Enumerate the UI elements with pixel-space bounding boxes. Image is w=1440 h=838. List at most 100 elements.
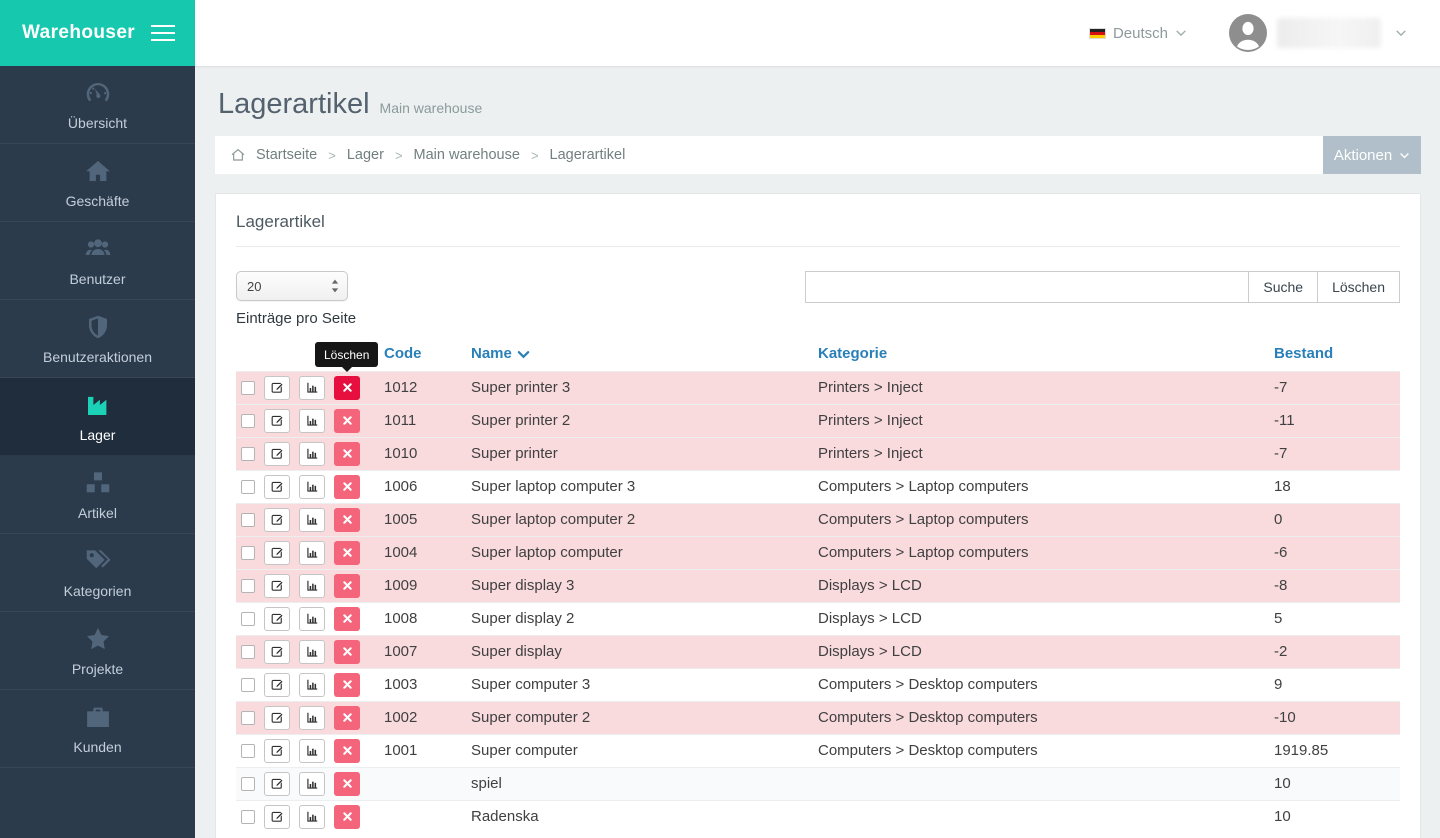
delete-button[interactable] <box>334 607 360 631</box>
sidebar: Warehouser Übersicht Geschäfte Benutzer … <box>0 0 195 838</box>
edit-button[interactable] <box>264 541 290 565</box>
sidebar-item-benutzeraktionen[interactable]: Benutzeraktionen <box>0 300 195 378</box>
chart-button[interactable] <box>299 739 325 763</box>
column-header-name[interactable]: Name <box>471 341 818 371</box>
row-checkbox[interactable] <box>241 579 255 593</box>
user-name-redacted <box>1277 18 1381 48</box>
delete-button[interactable] <box>334 475 360 499</box>
edit-button[interactable] <box>264 640 290 664</box>
delete-button[interactable] <box>334 541 360 565</box>
cell-stock: 1919.85 <box>1274 734 1400 767</box>
clear-search-button[interactable]: Löschen <box>1318 271 1400 303</box>
row-checkbox[interactable] <box>241 744 255 758</box>
edit-button[interactable] <box>264 409 290 433</box>
chart-button[interactable] <box>299 475 325 499</box>
edit-button[interactable] <box>264 442 290 466</box>
delete-button[interactable] <box>334 409 360 433</box>
row-checkbox[interactable] <box>241 381 255 395</box>
row-checkbox[interactable] <box>241 777 255 791</box>
cell-code: 1004 <box>384 536 471 569</box>
sidebar-nav: Übersicht Geschäfte Benutzer Benutzerakt… <box>0 66 195 768</box>
chart-button[interactable] <box>299 640 325 664</box>
row-checkbox[interactable] <box>241 513 255 527</box>
cell-stock: -6 <box>1274 536 1400 569</box>
language-selector[interactable]: Deutsch <box>1089 25 1187 42</box>
delete-button[interactable] <box>334 772 360 796</box>
delete-button[interactable] <box>334 673 360 697</box>
hamburger-icon[interactable] <box>151 25 175 41</box>
breadcrumb-link-lager[interactable]: Lager <box>347 147 384 163</box>
row-checkbox[interactable] <box>241 810 255 824</box>
edit-button[interactable] <box>264 475 290 499</box>
chart-button[interactable] <box>299 706 325 730</box>
sidebar-item-projekte[interactable]: Projekte <box>0 612 195 690</box>
delete-button[interactable] <box>334 574 360 598</box>
actions-dropdown-button[interactable]: Aktionen <box>1323 136 1421 174</box>
chart-button[interactable] <box>299 574 325 598</box>
row-checkbox[interactable] <box>241 447 255 461</box>
chart-button[interactable] <box>299 409 325 433</box>
chart-button[interactable] <box>299 442 325 466</box>
search-input[interactable] <box>805 271 1249 303</box>
chart-button[interactable] <box>299 607 325 631</box>
row-checkbox[interactable] <box>241 546 255 560</box>
edit-button[interactable] <box>264 805 290 829</box>
briefcase-icon <box>83 702 113 732</box>
per-page-select[interactable]: 20 <box>236 271 348 301</box>
search-button[interactable]: Suche <box>1249 271 1318 303</box>
table-row: 1003 Super computer 3 Computers > Deskto… <box>236 668 1400 701</box>
row-checkbox[interactable] <box>241 480 255 494</box>
delete-button[interactable] <box>334 508 360 532</box>
breadcrumb: Startseite > Lager > Main warehouse > La… <box>215 136 1421 174</box>
cell-name: Super display 2 <box>471 602 818 635</box>
edit-button[interactable] <box>264 574 290 598</box>
table-controls: 20 Einträge pro Seite Suche Löschen <box>236 271 1400 327</box>
cell-stock: -11 <box>1274 404 1400 437</box>
column-header-code[interactable]: Code <box>384 341 471 371</box>
row-checkbox[interactable] <box>241 645 255 659</box>
sidebar-item-übersicht[interactable]: Übersicht <box>0 66 195 144</box>
delete-button[interactable] <box>334 706 360 730</box>
cell-code: 1007 <box>384 635 471 668</box>
chart-button[interactable] <box>299 772 325 796</box>
sidebar-item-kunden[interactable]: Kunden <box>0 690 195 768</box>
cell-category: Computers > Desktop computers <box>818 668 1274 701</box>
edit-button[interactable] <box>264 772 290 796</box>
delete-button[interactable] <box>334 376 360 400</box>
edit-button[interactable] <box>264 508 290 532</box>
sidebar-item-artikel[interactable]: Artikel <box>0 456 195 534</box>
edit-button[interactable] <box>264 739 290 763</box>
breadcrumb-link-main-warehouse[interactable]: Main warehouse <box>414 147 520 163</box>
edit-button[interactable] <box>264 673 290 697</box>
delete-button[interactable] <box>334 640 360 664</box>
delete-button[interactable] <box>334 805 360 829</box>
cell-name: Super computer 2 <box>471 701 818 734</box>
sidebar-item-benutzer[interactable]: Benutzer <box>0 222 195 300</box>
cell-code: 1012 <box>384 371 471 404</box>
edit-button[interactable] <box>264 607 290 631</box>
chart-button[interactable] <box>299 376 325 400</box>
breadcrumb-separator: > <box>395 148 403 163</box>
edit-button[interactable] <box>264 376 290 400</box>
sidebar-item-geschäfte[interactable]: Geschäfte <box>0 144 195 222</box>
table-row: 1002 Super computer 2 Computers > Deskto… <box>236 701 1400 734</box>
chart-button[interactable] <box>299 541 325 565</box>
chart-button[interactable] <box>299 805 325 829</box>
row-checkbox[interactable] <box>241 711 255 725</box>
brand-header[interactable]: Warehouser <box>0 0 195 66</box>
delete-button[interactable] <box>334 739 360 763</box>
home-icon <box>83 156 113 186</box>
sidebar-item-lager[interactable]: Lager <box>0 378 195 456</box>
row-checkbox[interactable] <box>241 414 255 428</box>
row-checkbox[interactable] <box>241 678 255 692</box>
chart-button[interactable] <box>299 508 325 532</box>
user-menu[interactable] <box>1229 14 1407 52</box>
row-checkbox[interactable] <box>241 612 255 626</box>
sidebar-item-kategorien[interactable]: Kategorien <box>0 534 195 612</box>
column-header-bestand[interactable]: Bestand <box>1274 341 1400 371</box>
column-header-kategorie[interactable]: Kategorie <box>818 341 1274 371</box>
breadcrumb-link-startseite[interactable]: Startseite <box>256 147 317 163</box>
chart-button[interactable] <box>299 673 325 697</box>
edit-button[interactable] <box>264 706 290 730</box>
delete-button[interactable] <box>334 442 360 466</box>
